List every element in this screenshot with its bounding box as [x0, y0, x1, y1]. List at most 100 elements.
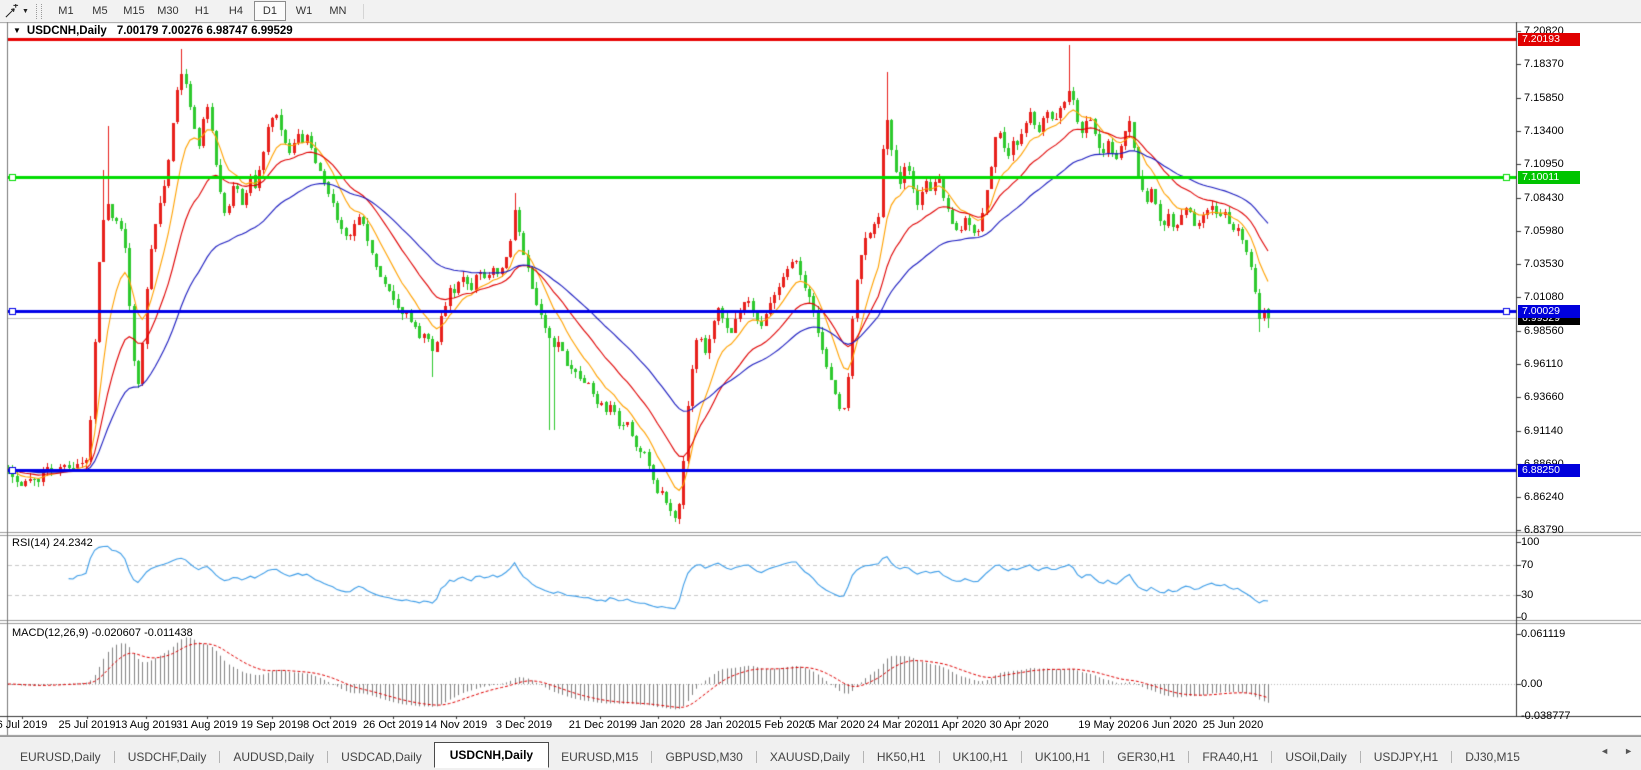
axis-tick-label: 14 Nov 2019: [424, 719, 488, 731]
axis-tick-label: 0.00: [1521, 678, 1543, 690]
chart-tab-gbpusd-m30[interactable]: GBPUSD,M30: [653, 746, 754, 768]
chart-tab-xauusd-daily[interactable]: XAUUSD,Daily: [758, 746, 862, 768]
chart-tab-usdcad-daily[interactable]: USDCAD,Daily: [329, 746, 434, 768]
tab-divider: [1188, 751, 1190, 763]
timeframe-buttons: M1 M5 M15 M30 H1 H4 D1 W1 MN: [49, 1, 355, 21]
chart-tab-uk100-h1[interactable]: UK100,H1: [1023, 746, 1102, 768]
timeframe-button-h4[interactable]: H4: [220, 1, 252, 21]
chart-tab-hk50-h1[interactable]: HK50,H1: [865, 746, 938, 768]
axis-tick-label: 7.01080: [1524, 291, 1564, 303]
chart-tab-usoil-daily[interactable]: USOil,Daily: [1273, 746, 1358, 768]
rsi-indicator-label: RSI(14) 24.2342: [12, 537, 93, 549]
axis-tick-label: 0.061119: [1521, 628, 1566, 640]
axis-tick-label: 6 Jun 2020: [1142, 719, 1198, 731]
chart-tab-dj30-m15[interactable]: DJ30,M15: [1453, 746, 1532, 768]
tab-divider: [327, 751, 329, 763]
axis-tick-label: 25 Jun 2020: [1202, 719, 1264, 731]
timeframe-button-w1[interactable]: W1: [288, 1, 320, 21]
axis-tick-label: 6.83790: [1524, 524, 1564, 536]
axis-tick-label: 7.15850: [1524, 92, 1564, 104]
tab-divider: [938, 751, 940, 763]
macd-indicator-label: MACD(12,26,9) -0.020607 -0.011438: [12, 627, 193, 639]
axis-tick-label: 6.96110: [1524, 358, 1563, 370]
chart-tab-fra40-h1[interactable]: FRA40,H1: [1190, 746, 1270, 768]
tab-scroll-right-icon[interactable]: ►: [1624, 746, 1633, 756]
tab-scroll-arrows: ◄ ►: [1600, 746, 1633, 756]
axis-tick-label: 100: [1521, 536, 1540, 548]
chart-tab-usdchf-daily[interactable]: USDCHF,Daily: [116, 746, 219, 768]
axis-tick-label: 6 Jul 2019: [0, 719, 48, 731]
chart-symbol-label: USDCNH,Daily: [26, 25, 107, 37]
chart-tab-eurusd-daily[interactable]: EURUSD,Daily: [8, 746, 113, 768]
timeframe-button-mn[interactable]: MN: [322, 1, 354, 21]
price-tag-label: 7.10011: [1518, 171, 1580, 184]
timeframe-button-h1[interactable]: H1: [186, 1, 218, 21]
chart-tab-eurusd-m15[interactable]: EURUSD,M15: [549, 746, 650, 768]
tab-divider: [1359, 751, 1361, 763]
axis-tick-label: 26 Oct 2019: [363, 719, 423, 731]
chart-ohlc-values: 7.00179 7.00276 6.98747 6.99529: [116, 25, 293, 37]
toolbar-grip[interactable]: [35, 3, 42, 19]
cursor-tool-icon[interactable]: [0, 2, 22, 20]
axis-tick-label: 13 Aug 2019: [115, 719, 177, 731]
tab-divider: [1451, 751, 1453, 763]
cursor-tool-dropdown-icon[interactable]: ▼: [22, 8, 29, 15]
price-tag-label: 7.00029: [1518, 305, 1580, 318]
axis-tick-label: 8 Oct 2019: [303, 719, 357, 731]
tab-divider: [219, 751, 221, 763]
timeframe-button-m15[interactable]: M15: [118, 1, 150, 21]
axis-tick-label: 30: [1521, 589, 1534, 601]
axis-tick-label: 7.08430: [1524, 192, 1564, 204]
chart-collapse-icon[interactable]: ▼: [13, 26, 21, 35]
tab-divider: [1020, 751, 1022, 763]
chart-tab-uk100-h1[interactable]: UK100,H1: [941, 746, 1020, 768]
price-tag-label: 6.88250: [1518, 464, 1580, 477]
axis-tick-label: 5 Mar 2020: [809, 719, 865, 731]
chart-title: ▼ USDCNH,Daily 7.00179 7.00276 6.98747 6.9…: [13, 25, 293, 37]
axis-tick-label: 19 May 2020: [1078, 719, 1142, 731]
axis-tick-label: 24 Mar 2020: [867, 719, 929, 731]
axis-tick-label: 15 Feb 2020: [749, 719, 811, 731]
timeframe-button-d1[interactable]: D1: [253, 1, 286, 21]
axis-tick-label: 6.86240: [1524, 491, 1564, 503]
toolbar-separator: [362, 3, 364, 19]
chart-tab-bar: EURUSD,Daily USDCHF,Daily AUDUSD,Daily USDC…: [0, 736, 1641, 770]
axis-tick-label: -0.038777: [1521, 710, 1571, 722]
timeframe-button-m5[interactable]: M5: [84, 1, 116, 21]
chart-tab-audusd-daily[interactable]: AUDUSD,Daily: [221, 746, 326, 768]
timeframe-toolbar: ▼ M1 M5 M15 M30 H1 H4 D1 W1 MN: [0, 0, 1641, 22]
tab-scroll-left-icon[interactable]: ◄: [1600, 746, 1609, 756]
axis-tick-label: 6.91140: [1524, 425, 1563, 437]
axis-tick-label: 19 Sep 2019: [240, 719, 304, 731]
trading-platform-window: ▼ M1 M5 M15 M30 H1 H4 D1 W1 MN ▼ USDCNH,Daily 7.00…: [0, 0, 1641, 770]
chart-tab-usdcnh-daily[interactable]: USDCNH,Daily: [433, 742, 550, 768]
axis-tick-label: 0: [1521, 611, 1528, 623]
axis-tick-label: 9 Jan 2020: [630, 719, 686, 731]
price-tag-label: 7.20193: [1518, 33, 1580, 46]
axis-tick-label: 7.05980: [1524, 225, 1564, 237]
axis-tick-label: 7.10950: [1524, 158, 1564, 170]
price-chart-canvas[interactable]: [0, 0, 1641, 770]
axis-tick-label: 25 Jul 2019: [58, 719, 116, 731]
axis-tick-label: 21 Dec 2019: [568, 719, 632, 731]
chart-tab-ger30-h1[interactable]: GER30,H1: [1105, 746, 1187, 768]
axis-tick-label: 30 Apr 2020: [989, 719, 1049, 731]
timeframe-button-m30[interactable]: M30: [152, 1, 184, 21]
axis-tick-label: 6.93660: [1524, 391, 1564, 403]
chart-tab-usdjpy-h1[interactable]: USDJPY,H1: [1362, 746, 1450, 768]
timeframe-button-m1[interactable]: M1: [50, 1, 82, 21]
tab-divider: [1103, 751, 1105, 763]
axis-tick-label: 70: [1521, 559, 1534, 571]
axis-tick-label: 28 Jan 2020: [689, 719, 751, 731]
axis-tick-label: 3 Dec 2019: [495, 719, 553, 731]
axis-tick-label: 7.13400: [1524, 125, 1564, 137]
axis-tick-label: 7.18370: [1524, 58, 1564, 70]
tab-divider: [113, 751, 115, 763]
tab-divider: [1271, 751, 1273, 763]
chart-tabs: EURUSD,Daily USDCHF,Daily AUDUSD,Daily USDC…: [0, 737, 1641, 768]
tab-divider: [651, 751, 653, 763]
axis-tick-label: 31 Aug 2019: [176, 719, 238, 731]
tab-divider: [755, 751, 757, 763]
axis-tick-label: 6.98560: [1524, 325, 1564, 337]
tab-divider: [862, 751, 864, 763]
